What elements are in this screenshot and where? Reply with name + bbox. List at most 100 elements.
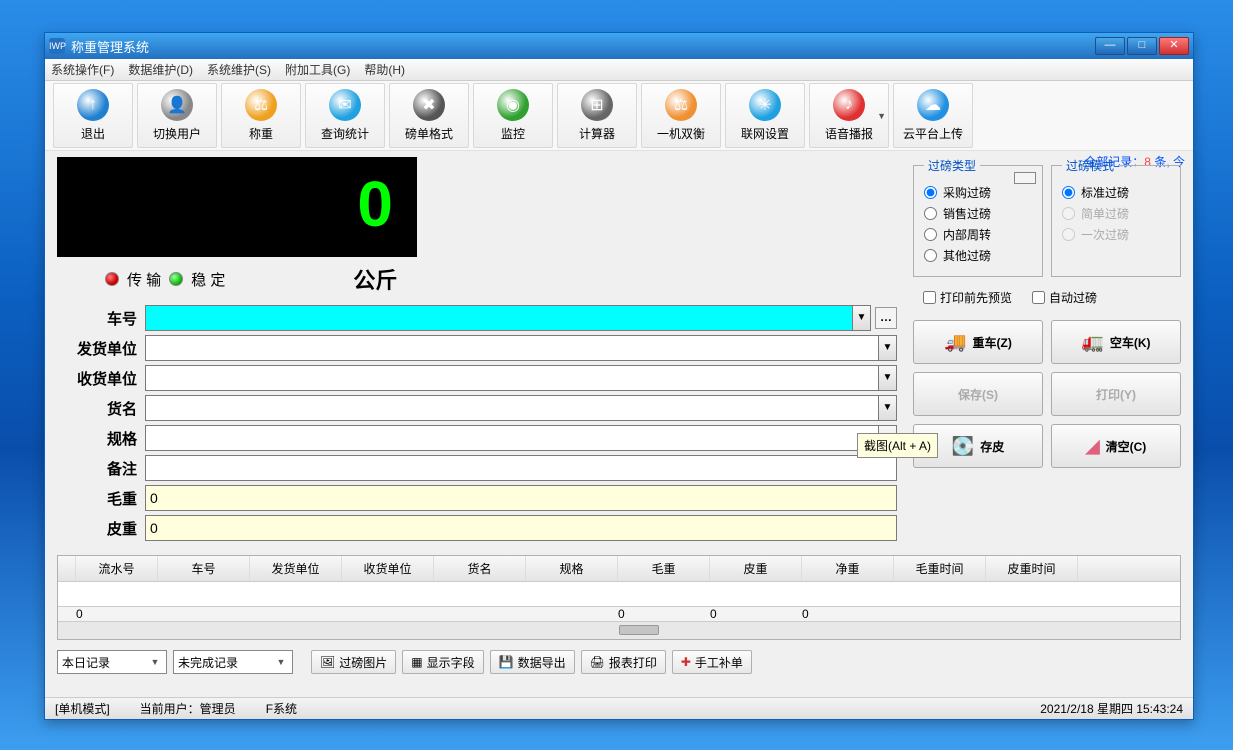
minimize-button[interactable]: — <box>1095 37 1125 55</box>
toolbar-称重[interactable]: ⚖ 称重 <box>221 83 301 148</box>
save-icon: 💾 <box>499 655 514 669</box>
col-net[interactable]: 净重 <box>802 556 894 581</box>
status-mode: [单机模式] <box>55 700 110 717</box>
toolbar-label: 监控 <box>501 125 525 142</box>
radio-simple[interactable]: 简单过磅 <box>1062 205 1170 222</box>
label-stable: 稳 定 <box>191 269 225 290</box>
toolbar-云平台上传[interactable]: ☁云平台上传 <box>893 83 973 148</box>
date-filter-combo[interactable]: 本日记录▼ <box>57 650 167 674</box>
plus-icon: ✚ <box>681 655 691 669</box>
truck-red-icon: 🚛 <box>1081 332 1103 353</box>
sender-dropdown-icon[interactable]: ▼ <box>879 335 897 361</box>
menu-data-maint[interactable]: 数据维护(D) <box>128 61 193 78</box>
toolbar-icon: ◉ <box>497 89 529 121</box>
col-serial[interactable]: 流水号 <box>76 556 158 581</box>
toolbar-语音播报[interactable]: ♪语音播报▼ <box>809 83 889 148</box>
toolbar-查询统计[interactable]: ✉查询统计 <box>305 83 385 148</box>
window-controls: — □ ✕ <box>1095 37 1189 55</box>
gross-input[interactable] <box>145 485 897 511</box>
screenshot-tooltip: 截图(Alt + A) <box>857 433 938 458</box>
toolbar-label: 查询统计 <box>321 125 369 142</box>
status-filter-combo[interactable]: 未完成记录▼ <box>173 650 293 674</box>
grid-header: 流水号 车号 发货单位 收货单位 货名 规格 毛重 皮重 净重 毛重时间 皮重时… <box>58 556 1180 582</box>
close-button[interactable]: ✕ <box>1159 37 1189 55</box>
chevron-down-icon: ▼ <box>148 657 162 667</box>
col-goods[interactable]: 货名 <box>434 556 526 581</box>
disk-icon: 💽 <box>952 436 974 457</box>
toolbar-切换用户[interactable]: 👤切换用户 <box>137 83 217 148</box>
col-tare-time[interactable]: 皮重时间 <box>986 556 1078 581</box>
toolbar-监控[interactable]: ◉ 监控 <box>473 83 553 148</box>
horizontal-scrollbar[interactable] <box>58 621 1180 639</box>
app-icon: IWP <box>49 38 65 54</box>
col-spec[interactable]: 规格 <box>526 556 618 581</box>
sender-input[interactable] <box>145 335 879 361</box>
col-gross-time[interactable]: 毛重时间 <box>894 556 986 581</box>
label-receiver: 收货单位 <box>57 368 145 389</box>
status-user: 当前用户：管理员 <box>140 700 236 717</box>
toolbar-一机双衡[interactable]: ⚖一机双衡 <box>641 83 721 148</box>
toolbar-label: 称重 <box>249 125 273 142</box>
collapse-toggle[interactable] <box>1014 172 1036 184</box>
toolbar-退出[interactable]: ↑退出 <box>53 83 133 148</box>
export-data-button[interactable]: 💾数据导出 <box>490 650 575 674</box>
weigh-image-button[interactable]: 🖼过磅图片 <box>311 650 396 674</box>
tare-input[interactable] <box>145 515 897 541</box>
titlebar: IWP 称重管理系统 — □ ✕ <box>45 33 1193 59</box>
clear-button[interactable]: ◢清空(C) <box>1051 424 1181 468</box>
toolbar-联网设置[interactable]: ✳联网设置 <box>725 83 805 148</box>
toolbar-label: 磅单格式 <box>405 125 453 142</box>
remark-input[interactable] <box>145 455 897 481</box>
report-print-button[interactable]: 🖨报表打印 <box>581 650 666 674</box>
col-tare[interactable]: 皮重 <box>710 556 802 581</box>
menu-help[interactable]: 帮助(H) <box>364 61 405 78</box>
car-input[interactable] <box>145 305 853 331</box>
printer-icon: 🖨 <box>590 655 605 669</box>
print-button[interactable]: 打印(Y) <box>1051 372 1181 416</box>
receiver-input[interactable] <box>145 365 879 391</box>
radio-once[interactable]: 一次过磅 <box>1062 226 1170 243</box>
label-gross: 毛重 <box>57 488 145 509</box>
check-preview[interactable]: 打印前先预览 <box>923 289 1012 306</box>
radio-other[interactable]: 其他过磅 <box>924 247 1032 264</box>
right-panel: 过磅类型 采购过磅 销售过磅 内部周转 其他过磅 过磅模式 标准过磅 简单过磅 … <box>913 157 1181 468</box>
menu-system-ops[interactable]: 系统操作(F) <box>51 61 114 78</box>
empty-truck-button[interactable]: 🚛空车(K) <box>1051 320 1181 364</box>
toolbar-磅单格式[interactable]: ✖磅单格式 <box>389 83 469 148</box>
check-auto[interactable]: 自动过磅 <box>1032 289 1097 306</box>
maximize-button[interactable]: □ <box>1127 37 1157 55</box>
col-sender[interactable]: 发货单位 <box>250 556 342 581</box>
radio-sale[interactable]: 销售过磅 <box>924 205 1032 222</box>
car-dropdown-icon[interactable]: ▼ <box>853 305 871 331</box>
radio-standard[interactable]: 标准过磅 <box>1062 184 1170 201</box>
toolbar-计算器[interactable]: ⊞计算器 <box>557 83 637 148</box>
toolbar: ↑退出👤切换用户 ⚖ 称重 ✉查询统计✖磅单格式 ◉ 监控 ⊞计算器⚖一机双衡✳联网设置♪语… <box>45 81 1193 151</box>
toolbar-icon: ⚖ <box>245 89 277 121</box>
goods-dropdown-icon[interactable]: ▼ <box>879 395 897 421</box>
show-fields-button[interactable]: ▦显示字段 <box>402 650 483 674</box>
manual-entry-button[interactable]: ✚手工补单 <box>672 650 752 674</box>
car-browse-button[interactable]: … <box>875 307 897 329</box>
save-button[interactable]: 保存(S) <box>913 372 1043 416</box>
radio-purchase[interactable]: 采购过磅 <box>924 184 1032 201</box>
col-gross[interactable]: 毛重 <box>618 556 710 581</box>
col-receiver[interactable]: 收货单位 <box>342 556 434 581</box>
main-area: 0 传 输 稳 定 公斤 车号 ▼ … <box>45 151 1193 551</box>
grid-body[interactable] <box>58 582 1180 606</box>
truck-green-icon: 🚚 <box>944 332 966 353</box>
led-transmit-icon <box>105 272 119 286</box>
fields-icon: ▦ <box>411 655 422 669</box>
radio-internal[interactable]: 内部周转 <box>924 226 1032 243</box>
toolbar-label: 退出 <box>81 125 105 142</box>
menu-system-maint[interactable]: 系统维护(S) <box>207 61 271 78</box>
toolbar-icon: ⚖ <box>665 89 697 121</box>
toolbar-icon: ⊞ <box>581 89 613 121</box>
heavy-truck-button[interactable]: 🚚重车(Z) <box>913 320 1043 364</box>
spec-input[interactable] <box>145 425 879 451</box>
label-car: 车号 <box>57 308 145 329</box>
toolbar-label: 语音播报 <box>825 125 873 142</box>
menu-addon-tools[interactable]: 附加工具(G) <box>285 61 350 78</box>
receiver-dropdown-icon[interactable]: ▼ <box>879 365 897 391</box>
col-car[interactable]: 车号 <box>158 556 250 581</box>
goods-input[interactable] <box>145 395 879 421</box>
